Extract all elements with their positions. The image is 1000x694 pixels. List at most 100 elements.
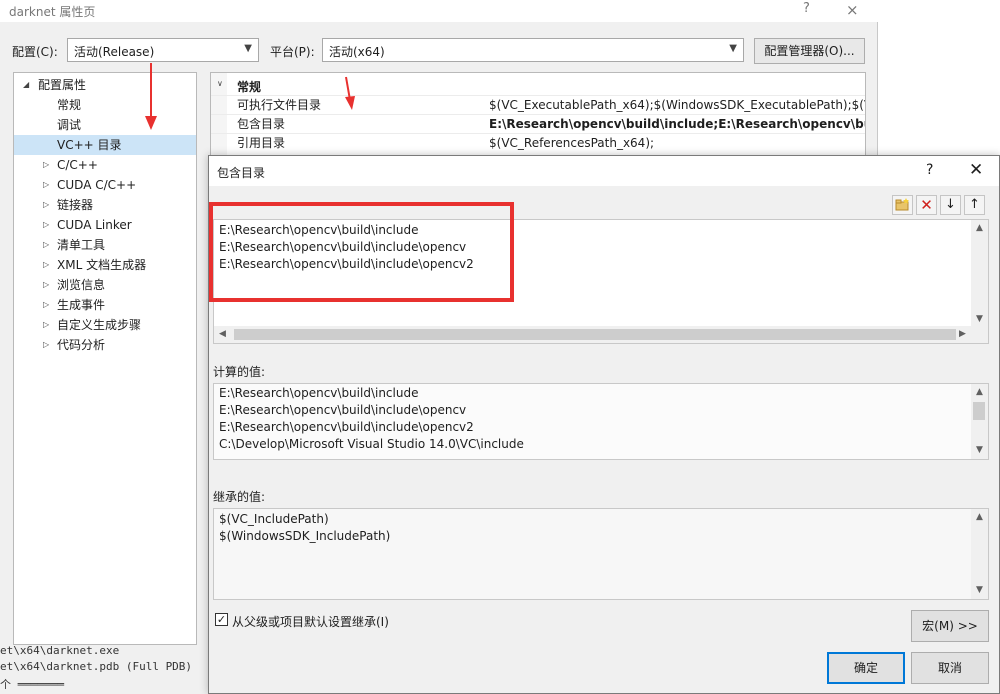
list-item: $(WindowsSDK_IncludePath)	[219, 529, 391, 543]
dialog-close-button[interactable]: ✕	[969, 160, 983, 180]
platform-dropdown[interactable]: 活动(x64) ▼	[322, 38, 744, 62]
tree-item-general[interactable]: 常规	[14, 95, 196, 115]
list-item: E:\Research\opencv\build\include\opencv	[219, 403, 467, 417]
tree-item-label: C/C++	[57, 158, 98, 172]
expand-triangle-icon[interactable]: ▷	[43, 335, 49, 355]
tree-item-manifest-tool[interactable]: ▷ 清单工具	[14, 235, 196, 255]
scroll-down-icon[interactable]: ▼	[971, 582, 988, 599]
dialog-titlebar: 包含目录 ? ✕	[209, 156, 999, 186]
window-titlebar: darknet 属性页 ? ×	[0, 0, 878, 22]
tree-item-label: CUDA C/C++	[57, 178, 137, 192]
scroll-up-icon[interactable]: ▲	[971, 509, 988, 526]
computed-values-label: 计算的值:	[213, 365, 266, 379]
scroll-up-icon[interactable]: ▲	[971, 384, 988, 401]
list-item: C:\Develop\Microsoft Visual Studio 14.0\…	[219, 437, 524, 451]
new-folder-icon	[895, 198, 909, 211]
delete-icon: ✕	[920, 196, 933, 214]
grid-row-include-dirs[interactable]: 包含目录 E:\Research\opencv\build\include;E:…	[211, 114, 865, 133]
list-item: $(VC_IncludePath)	[219, 512, 329, 526]
scroll-thumb[interactable]	[234, 329, 956, 340]
scroll-left-icon[interactable]: ◀	[214, 326, 231, 343]
dialog-title: 包含目录	[217, 166, 266, 180]
edit-list-hscrollbar[interactable]: ◀ ▶	[214, 326, 988, 343]
platform-value: 活动(x64)	[329, 45, 385, 59]
tree-item-label: CUDA Linker	[57, 218, 132, 232]
grid-section-general[interactable]: ∨ 常规	[211, 75, 865, 95]
expand-triangle-icon[interactable]: ▷	[43, 215, 49, 235]
chevron-down-icon: ▼	[729, 43, 737, 54]
config-manager-button[interactable]: 配置管理器(O)...	[754, 38, 865, 64]
expand-triangle-icon[interactable]: ▷	[43, 235, 49, 255]
inherit-checkbox-label[interactable]: 从父级或项目默认设置继承(I)	[232, 613, 389, 630]
red-highlight-box	[209, 202, 514, 302]
grid-row-name: 引用目录	[237, 136, 286, 150]
tree-item-code-analysis[interactable]: ▷ 代码分析	[14, 335, 196, 355]
edit-list-vscrollbar[interactable]: ▲ ▼	[971, 220, 988, 328]
expand-triangle-icon[interactable]: ▷	[43, 155, 49, 175]
console-output-line: et\x64\darknet.pdb (Full PDB)	[0, 660, 193, 673]
window-close-button[interactable]: ×	[846, 1, 859, 19]
collapse-chevron-icon[interactable]: ∨	[217, 79, 223, 88]
grid-row-executable-dirs[interactable]: 可执行文件目录 $(VC_ExecutablePath_x64);$(Windo…	[211, 95, 865, 114]
grid-section-label: 常规	[237, 80, 262, 94]
list-item: E:\Research\opencv\build\include	[219, 386, 419, 400]
tree-item-label: 链接器	[57, 198, 94, 212]
grid-row-value: $(VC_ReferencesPath_x64);	[489, 136, 655, 150]
macros-button[interactable]: 宏(M) >>	[911, 610, 989, 642]
tree-item-custom-build[interactable]: ▷ 自定义生成步骤	[14, 315, 196, 335]
console-output-line: et\x64\darknet.exe	[0, 644, 120, 657]
tree-item-label: XML 文档生成器	[57, 258, 147, 272]
scroll-thumb[interactable]	[973, 402, 985, 420]
inherit-checkbox[interactable]: ✓	[215, 613, 228, 626]
config-value: 活动(Release)	[74, 45, 155, 59]
scroll-right-icon[interactable]: ▶	[954, 326, 971, 343]
arrow-up-icon: ↑	[969, 197, 980, 212]
list-item: E:\Research\opencv\build\include\opencv2	[219, 420, 474, 434]
ok-button[interactable]: 确定	[827, 652, 905, 684]
tree-item-cuda-cpp[interactable]: ▷ CUDA C/C++	[14, 175, 196, 195]
platform-label: 平台(P):	[270, 45, 315, 59]
expand-triangle-icon[interactable]: ▷	[43, 275, 49, 295]
tree-item-label: 生成事件	[57, 298, 106, 312]
tree-item-label: 代码分析	[57, 338, 106, 352]
tree-item-browse-info[interactable]: ▷ 浏览信息	[14, 275, 196, 295]
expand-triangle-icon[interactable]: ▷	[43, 255, 49, 275]
move-up-button[interactable]: ↑	[964, 195, 985, 215]
computed-values-list: E:\Research\opencv\build\include E:\Rese…	[213, 383, 989, 460]
expand-triangle-icon[interactable]: ▷	[43, 195, 49, 215]
move-down-button[interactable]: ↓	[940, 195, 961, 215]
tree-item-label: 浏览信息	[57, 278, 106, 292]
tree-item-build-events[interactable]: ▷ 生成事件	[14, 295, 196, 315]
tree-item-xml-doc[interactable]: ▷ XML 文档生成器	[14, 255, 196, 275]
grid-row-reference-dirs[interactable]: 引用目录 $(VC_ReferencesPath_x64);	[211, 133, 865, 152]
computed-list-vscrollbar[interactable]: ▲ ▼	[971, 384, 988, 459]
arrow-down-icon: ↓	[945, 197, 956, 212]
help-button[interactable]: ?	[803, 1, 810, 16]
delete-button[interactable]: ✕	[916, 195, 937, 215]
inherited-values-label: 继承的值:	[213, 490, 266, 504]
expand-triangle-icon[interactable]: ▷	[43, 295, 49, 315]
grid-row-name: 可执行文件目录	[237, 98, 322, 112]
tree-item-vc-directories[interactable]: VC++ 目录	[14, 135, 196, 155]
grid-row-name: 包含目录	[237, 117, 286, 131]
scroll-down-icon[interactable]: ▼	[971, 442, 988, 459]
new-line-button[interactable]	[892, 195, 913, 215]
dialog-help-button[interactable]: ?	[926, 162, 933, 178]
include-directories-dialog: 包含目录 ? ✕ ✕ ↓ ↑ E:\Research\opencv\build\…	[208, 155, 1000, 694]
tree-item-label: 配置属性	[38, 78, 87, 92]
config-label: 配置(C):	[12, 45, 58, 59]
inherited-list-vscrollbar[interactable]: ▲ ▼	[971, 509, 988, 599]
tree-item-config-properties[interactable]: ◢ 配置属性	[14, 75, 196, 95]
expand-triangle-icon[interactable]: ▷	[43, 175, 49, 195]
scroll-up-icon[interactable]: ▲	[971, 220, 988, 237]
tree-item-debugging[interactable]: 调试	[14, 115, 196, 135]
cancel-button[interactable]: 取消	[911, 652, 989, 684]
tree-item-cuda-linker[interactable]: ▷ CUDA Linker	[14, 215, 196, 235]
config-dropdown[interactable]: 活动(Release) ▼	[67, 38, 259, 62]
tree-item-label: 调试	[57, 118, 82, 132]
collapse-triangle-icon[interactable]: ◢	[23, 75, 29, 95]
inherited-values-list: $(VC_IncludePath) $(WindowsSDK_IncludePa…	[213, 508, 989, 600]
tree-item-linker[interactable]: ▷ 链接器	[14, 195, 196, 215]
tree-item-cpp[interactable]: ▷ C/C++	[14, 155, 196, 175]
expand-triangle-icon[interactable]: ▷	[43, 315, 49, 335]
